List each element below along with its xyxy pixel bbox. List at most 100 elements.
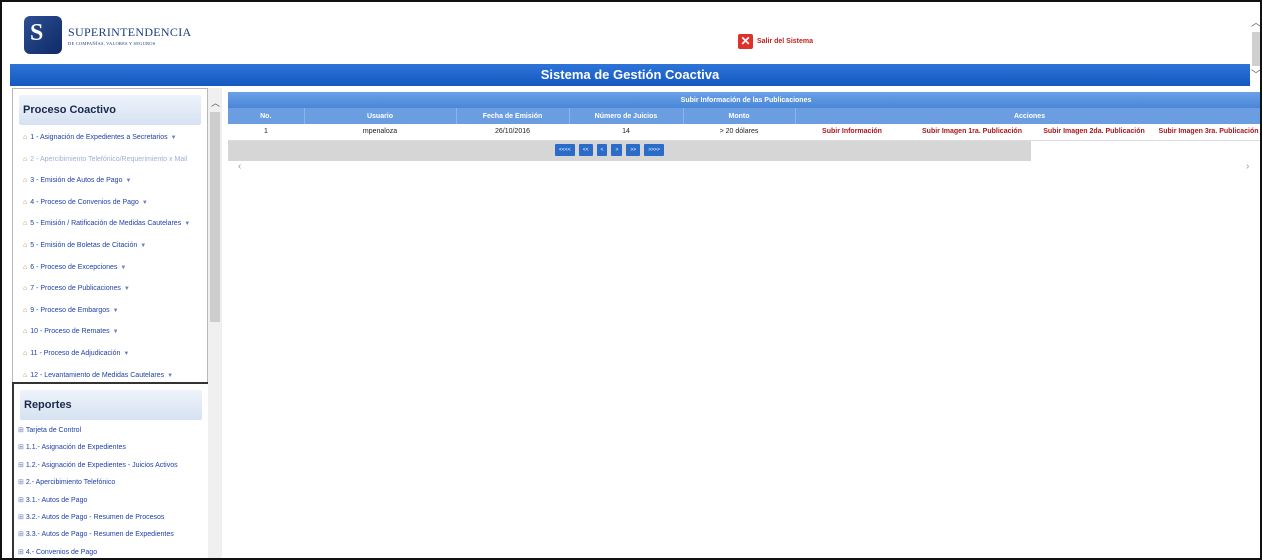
pager-last-button[interactable]: >>>> xyxy=(644,143,664,156)
proceso-menu-item[interactable]: ⌂ 3 - Emisión de Autos de Pago ▼ xyxy=(13,170,207,192)
reportes-menu-item[interactable]: ⊞ 2.- Apercibimiento Telefónico xyxy=(14,474,208,491)
scroll-down-icon[interactable]: ﹀ xyxy=(1251,66,1260,81)
proceso-menu-item-label: 11 - Proceso de Adjudicación xyxy=(30,349,121,357)
header: S SUPERINTENDENCIA DE COMPAÑÍAS, VALORES… xyxy=(10,10,1250,64)
proceso-menu-item-label: 5 - Emisión / Ratificación de Medidas Ca… xyxy=(30,220,182,228)
proceso-menu-item-label: 10 - Proceso de Remates xyxy=(30,328,110,336)
proceso-coactivo-panel: Proceso Coactivo ⌂ 1 - Asignación de Expe… xyxy=(12,88,208,384)
reportes-menu-item-label: 3.3.- Autos de Pago - Resumen de Expedie… xyxy=(25,531,174,539)
logo-text: SUPERINTENDENCIA DE COMPAÑÍAS, VALORES Y… xyxy=(68,25,191,46)
reportes-menu-item-label: 1.2.- Asignación de Expedientes - Juicio… xyxy=(25,461,178,469)
report-icon: ⊞ xyxy=(18,496,24,504)
report-icon: ⊞ xyxy=(18,427,24,434)
proceso-menu-item-label: 9 - Proceso de Embargos xyxy=(30,306,110,314)
folder-icon: ⌂ xyxy=(23,306,28,314)
proceso-menu-item[interactable]: ⌂ 10 - Proceso de Remates ▼ xyxy=(13,321,207,343)
table-group-title: Subir Información de las Publicaciones xyxy=(228,92,1260,108)
proceso-menu-item-label: 4 - Proceso de Convenios de Pago xyxy=(30,198,139,206)
proceso-menu-item[interactable]: ⌂ 7 - Proceso de Publicaciones ▼ xyxy=(13,278,207,300)
column-header-usuario: Usuario xyxy=(304,108,457,124)
proceso-menu-item-label: 2 - Apercibimiento Telefónico/Requerimie… xyxy=(30,155,188,163)
proceso-menu-item[interactable]: ⌂ 9 - Proceso de Embargos ▼ xyxy=(13,300,207,322)
page-title: Sistema de Gestión Coactiva xyxy=(10,64,1250,86)
report-icon: ⊞ xyxy=(18,548,24,556)
chevron-down-icon: ▼ xyxy=(167,372,174,379)
reportes-menu-item[interactable]: ⊞ 3.1.- Autos de Pago xyxy=(14,492,208,509)
subir-informacion-link[interactable]: Subir Información xyxy=(795,124,909,141)
folder-icon: ⌂ xyxy=(23,328,28,336)
proceso-menu-item[interactable]: ⌂ 1 - Asignación de Expedientes a Secreta… xyxy=(13,127,207,149)
proceso-menu-item-label: 7 - Proceso de Publicaciones xyxy=(30,285,121,293)
reportes-menu-item-label: 3.1.- Autos de Pago xyxy=(25,496,88,504)
proceso-menu-item[interactable]: ⌂ 5 - Emisión de Boletas de Citación ▼ xyxy=(13,235,207,257)
scroll-right-icon[interactable]: › xyxy=(1246,161,1249,172)
chevron-down-icon: ▼ xyxy=(123,350,130,357)
folder-icon: ⌂ xyxy=(23,241,28,249)
pager-bar: <<<< << < > >> >>>> xyxy=(228,140,1260,161)
scroll-up-icon[interactable]: ︿ xyxy=(1251,14,1260,29)
table-row: 1 mpenaloza 26/10/2016 14 > 20 dólares S… xyxy=(228,124,1260,141)
reportes-menu-item[interactable]: ⊞ 3.2.- Autos de Pago - Resumen de Proces… xyxy=(14,509,208,526)
proceso-menu-item[interactable]: ⌂ 2 - Apercibimiento Telefónico/Requerimi… xyxy=(13,149,207,171)
pager-next-fast-button[interactable]: >> xyxy=(626,143,641,156)
cell-monto: > 20 dólares xyxy=(683,124,795,141)
report-icon: ⊞ xyxy=(18,461,24,469)
pager-prev-fast-button[interactable]: << xyxy=(578,143,593,156)
reportes-menu-item-label: 2.- Apercibimiento Telefónico xyxy=(25,479,116,487)
browser-frame: S SUPERINTENDENCIA DE COMPAÑÍAS, VALORES… xyxy=(0,0,1262,560)
reportes-menu: ⊞ Tarjeta de Control ⊞ 1.1.- Asignación de … xyxy=(14,422,208,558)
folder-icon: ⌂ xyxy=(23,349,28,357)
proceso-menu-item[interactable]: ⌂ 5 - Emisión / Ratificación de Medidas C… xyxy=(13,213,207,235)
cell-no: 1 xyxy=(228,124,304,141)
chevron-down-icon: ▼ xyxy=(112,307,119,314)
folder-icon: ⌂ xyxy=(23,134,28,141)
chevron-down-icon: ▼ xyxy=(125,178,132,185)
pager-next-button[interactable]: > xyxy=(611,143,623,156)
chevron-down-icon: ▼ xyxy=(140,242,147,249)
pager-first-button[interactable]: <<<< xyxy=(555,143,575,156)
column-header-monto: Monto xyxy=(683,108,796,124)
proceso-menu: ⌂ 1 - Asignación de Expedientes a Secreta… xyxy=(13,127,207,383)
cell-juicios: 14 xyxy=(569,124,683,141)
page-scrollbar[interactable]: ︿ ﹀ xyxy=(1250,10,1260,84)
reportes-menu-item-label: 1.1.- Asignación de Expedientes xyxy=(25,444,126,452)
reportes-menu-item[interactable]: ⊞ 4.- Convenios de Pago xyxy=(14,544,208,558)
reportes-menu-item[interactable]: ⊞ 3.3.- Autos de Pago - Resumen de Expedi… xyxy=(14,526,208,543)
report-icon: ⊞ xyxy=(18,531,24,539)
main-content: Subir Información de las Publicaciones N… xyxy=(228,92,1260,558)
proceso-menu-item-label: 3 - Emisión de Autos de Pago xyxy=(30,177,123,185)
chevron-down-icon: ▼ xyxy=(123,286,130,293)
scroll-up-icon[interactable]: ︿ xyxy=(211,96,220,109)
reportes-menu-item[interactable]: ⊞ 1.2.- Asignación de Expedientes - Juici… xyxy=(14,457,208,474)
close-icon: ✕ xyxy=(738,34,753,49)
subir-imagen-3ra-link[interactable]: Subir Imagen 3ra. Publicación xyxy=(1153,124,1260,141)
left-panel-scrollbar[interactable]: ︿ xyxy=(208,88,222,558)
report-icon: ⊞ xyxy=(18,479,24,487)
column-header-no: No. xyxy=(228,108,305,124)
folder-icon: ⌂ xyxy=(23,371,28,379)
reportes-menu-item-label: 4.- Convenios de Pago xyxy=(25,548,98,556)
reportes-panel: Reportes ⊞ Tarjeta de Control ⊞ 1.1.- Asign… xyxy=(12,382,208,558)
logout-button[interactable]: ✕ Salir del Sistema xyxy=(738,34,813,49)
subir-imagen-2da-link[interactable]: Subir Imagen 2da. Publicación xyxy=(1035,124,1153,141)
proceso-menu-item[interactable]: ⌂ 4 - Proceso de Convenios de Pago ▼ xyxy=(13,192,207,214)
proceso-menu-item[interactable]: ⌂ 6 - Proceso de Excepciones ▼ xyxy=(13,257,207,279)
proceso-menu-item-label: 1 - Asignación de Expedientes a Secretar… xyxy=(30,134,168,141)
pager-prev-button[interactable]: < xyxy=(596,143,608,156)
proceso-menu-item[interactable]: ⌂ 11 - Proceso de Adjudicación ▼ xyxy=(13,343,207,365)
logo-mark: S xyxy=(24,16,62,54)
cell-fecha: 26/10/2016 xyxy=(456,124,569,141)
subir-imagen-1ra-link[interactable]: Subir Imagen 1ra. Publicación xyxy=(909,124,1035,141)
reportes-menu-item[interactable]: ⊞ Tarjeta de Control xyxy=(14,422,208,439)
folder-icon: ⌂ xyxy=(23,155,28,163)
reportes-menu-item[interactable]: ⊞ 1.1.- Asignación de Expedientes xyxy=(14,439,208,456)
horizontal-scrollbar[interactable]: ‹ › xyxy=(228,161,1260,173)
proceso-menu-item-label: 12 - Levantamiento de Medidas Cautelares xyxy=(30,371,165,379)
report-icon: ⊞ xyxy=(18,444,24,452)
scrollbar-thumb[interactable] xyxy=(210,112,220,322)
folder-icon: ⌂ xyxy=(23,285,28,293)
scrollbar-thumb[interactable] xyxy=(1252,32,1260,66)
scroll-left-icon[interactable]: ‹ xyxy=(238,161,241,172)
column-header-acciones: Acciones xyxy=(795,108,1260,124)
proceso-menu-item-label: 6 - Proceso de Excepciones xyxy=(30,263,118,271)
